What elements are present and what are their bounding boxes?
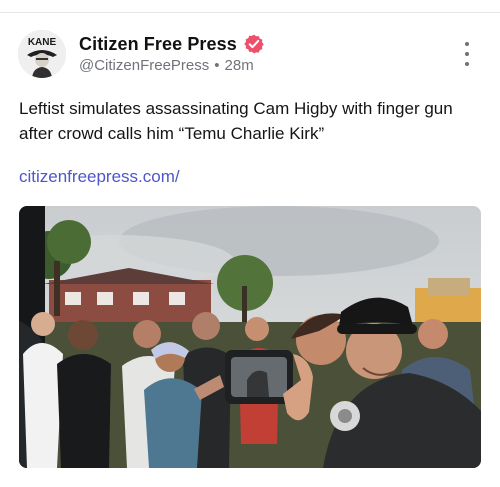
protest-scene-image — [19, 206, 481, 468]
meta-separator: • — [214, 57, 220, 74]
post-link[interactable]: citizenfreepress.com/ — [19, 166, 180, 188]
post-text: Leftist simulates assassinating Cam Higb… — [19, 99, 453, 143]
post-meta: @CitizenFreePress • 28m — [79, 57, 254, 74]
more-vertical-icon[interactable] — [458, 42, 476, 66]
account-name[interactable]: Citizen Free Press — [79, 34, 237, 55]
more-dot — [465, 62, 469, 66]
verified-badge-icon — [244, 34, 264, 54]
post-media[interactable] — [19, 206, 481, 468]
avatar[interactable]: KANE — [18, 30, 66, 78]
avatar-image: KANE — [18, 30, 66, 78]
post-card: KANE Citizen Free Press @CitizenFreePres… — [0, 0, 500, 487]
author-row: Citizen Free Press — [79, 33, 265, 55]
more-dot — [465, 42, 469, 46]
avatar-logo-text: KANE — [28, 37, 57, 48]
account-handle[interactable]: @CitizenFreePress — [79, 57, 209, 74]
more-dot — [465, 52, 469, 56]
post-time[interactable]: 28m — [225, 57, 254, 74]
